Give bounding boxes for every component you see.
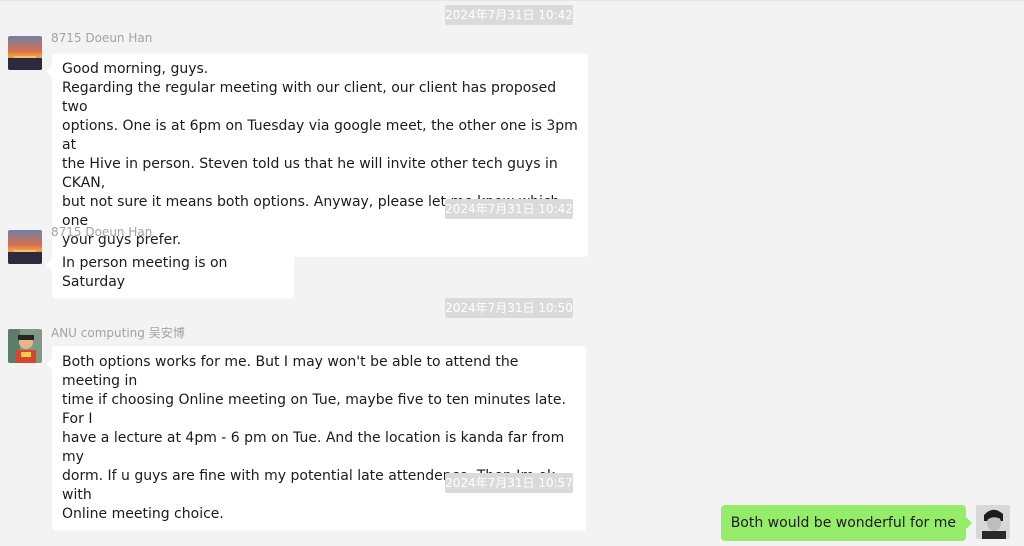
message-line: Both options works for me. But I may won… — [62, 354, 519, 389]
person-avatar-icon[interactable] — [8, 329, 42, 363]
message-line: Good morning, guys. — [62, 61, 209, 77]
message-bubble[interactable]: Both options works for me. But I may won… — [46, 346, 586, 531]
timestamp: 2024年7月31日 10:57 — [445, 473, 573, 493]
chat-history[interactable]: 2024年7月31日 10:42 8715 Doeun Han Good mor… — [0, 0, 1024, 546]
sunset-avatar-icon[interactable] — [8, 36, 42, 70]
message-line: options. One is at 6pm on Tuesday via go… — [62, 118, 578, 153]
message-line: Regarding the regular meeting with our c… — [62, 80, 557, 115]
sender-name: 8715 Doeun Han — [51, 31, 153, 45]
message-line: the Hive in person. Steven told us that … — [62, 156, 558, 191]
timestamp: 2024年7月31日 10:42 — [445, 199, 573, 219]
message-line: In person meeting is on Saturday — [62, 255, 228, 290]
message-line: Online meeting choice. — [62, 506, 224, 522]
timestamp: 2024年7月31日 10:42 — [445, 5, 573, 25]
timestamp: 2024年7月31日 10:50 — [445, 298, 573, 318]
sender-name: 8715 Doeun Han — [51, 225, 153, 239]
message-bubble-outgoing[interactable]: Both would be wonderful for me — [720, 505, 973, 541]
sunset-avatar-icon[interactable] — [8, 230, 42, 264]
message-bubble[interactable]: In person meeting is on Saturday — [46, 247, 294, 299]
portrait-avatar-icon[interactable] — [976, 505, 1010, 539]
message-line: time if choosing Online meeting on Tue, … — [62, 392, 566, 427]
sender-name: ANU computing 吴安博 — [51, 326, 185, 340]
message-line: have a lecture at 4pm - 6 pm on Tue. And… — [62, 430, 565, 465]
